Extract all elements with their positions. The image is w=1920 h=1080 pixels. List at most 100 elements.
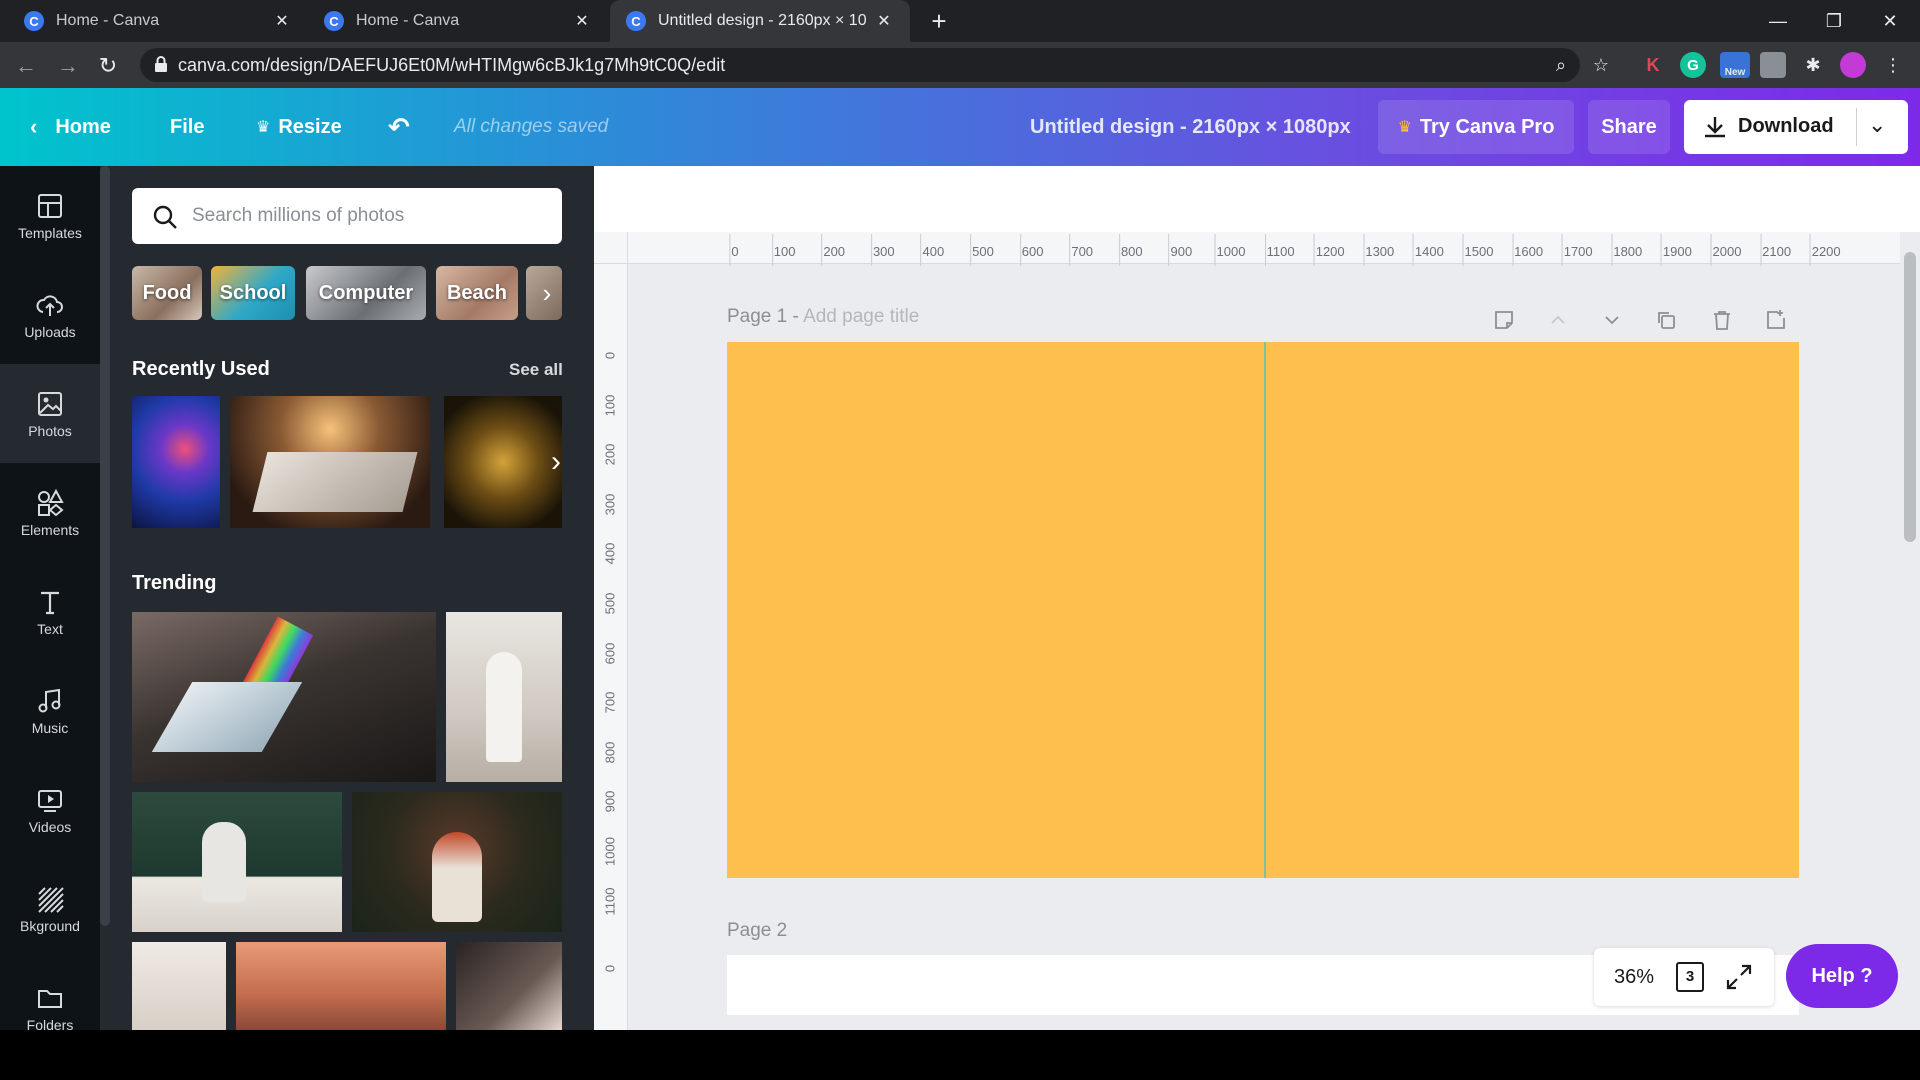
canvas-scrollbar[interactable] bbox=[1900, 232, 1920, 1030]
search-icon bbox=[153, 205, 177, 229]
vertical-ruler: 0 100 200 300 400 500 600 700 800 900 1000 1100 0 bbox=[594, 264, 628, 1030]
sidebar-item-photos[interactable]: Photos bbox=[0, 364, 100, 463]
puzzle-extensions-icon[interactable]: ✱ bbox=[1800, 52, 1826, 78]
photo-thumbnail[interactable] bbox=[446, 612, 562, 782]
share-button[interactable]: Share bbox=[1588, 100, 1670, 154]
ruler-tick-label: 1800 bbox=[1611, 234, 1643, 266]
photo-thumbnail[interactable] bbox=[456, 942, 562, 1030]
ruler-tick-label: 600 bbox=[1019, 234, 1044, 266]
add-page-icon[interactable] bbox=[1760, 304, 1792, 336]
chip-school[interactable]: School bbox=[211, 266, 295, 320]
k-extension-icon[interactable]: K bbox=[1640, 52, 1666, 78]
address-bar[interactable]: canva.com/design/DAEFUJ6Et0M/wHTIMgw6cBJ… bbox=[140, 48, 1580, 82]
photo-thumbnail[interactable] bbox=[230, 396, 430, 528]
resize-button[interactable]: ♛ Resize bbox=[256, 88, 342, 166]
move-page-down-icon[interactable] bbox=[1596, 304, 1628, 336]
photo-thumbnail[interactable] bbox=[132, 396, 220, 528]
sidebar-item-background[interactable]: Bkground bbox=[0, 859, 100, 958]
sidebar-item-text[interactable]: Text bbox=[0, 562, 100, 661]
restore-window-icon[interactable]: ❐ bbox=[1806, 0, 1862, 42]
reload-icon[interactable]: ↻ bbox=[90, 48, 126, 84]
ruler-tick-label: 1200 bbox=[1313, 234, 1345, 266]
bookmark-star-icon[interactable]: ☆ bbox=[1588, 52, 1614, 78]
zoom-controls: 36% 3 bbox=[1594, 948, 1774, 1006]
sidebar-item-label: Templates bbox=[18, 224, 82, 241]
download-button[interactable]: Download ⌄ bbox=[1684, 100, 1908, 154]
scrollbar-thumb[interactable] bbox=[1904, 252, 1916, 542]
crown-icon: ♛ bbox=[1397, 119, 1412, 136]
browser-tab[interactable]: C Home - Canva ✕ bbox=[308, 0, 608, 42]
extension-new-icon[interactable]: New bbox=[1720, 52, 1750, 78]
folder-icon bbox=[38, 989, 62, 1008]
browser-toolbar: ← → ↻ canva.com/design/DAEFUJ6Et0M/wHTIM… bbox=[0, 42, 1920, 88]
sidebar-item-label: Elements bbox=[20, 521, 80, 538]
close-tab-icon[interactable]: ✕ bbox=[272, 11, 292, 31]
back-arrow-icon[interactable]: ← bbox=[8, 48, 44, 84]
add-page-title-input[interactable]: Add page title bbox=[803, 306, 919, 327]
see-all-link[interactable]: See all bbox=[509, 360, 563, 380]
sidebar-item-label: Photos bbox=[28, 422, 72, 439]
close-tab-icon[interactable]: ✕ bbox=[874, 11, 894, 31]
close-tab-icon[interactable]: ✕ bbox=[572, 11, 592, 31]
grammarly-icon[interactable]: G bbox=[1680, 52, 1706, 78]
photo-thumbnail[interactable] bbox=[132, 612, 436, 782]
sidebar-item-templates[interactable]: Templates bbox=[0, 166, 100, 265]
photo-thumbnail[interactable] bbox=[132, 792, 342, 932]
zoom-icon[interactable]: ⌕ bbox=[1548, 52, 1574, 78]
page-grid-button[interactable]: 3 bbox=[1676, 962, 1704, 992]
document-title[interactable]: Untitled design - 2160px × 1080px bbox=[1030, 88, 1351, 166]
ruler-tick-label: 100 bbox=[602, 394, 618, 416]
photo-thumbnail[interactable] bbox=[236, 942, 446, 1030]
ruler-tick-label: 1100 bbox=[602, 887, 618, 916]
browser-tab-active[interactable]: C Untitled design - 2160px × 1080px ✕ bbox=[610, 0, 910, 42]
forward-arrow-icon[interactable]: → bbox=[50, 48, 86, 84]
chip-food[interactable]: Food bbox=[132, 266, 202, 320]
sidebar-item-elements[interactable]: Elements bbox=[0, 463, 100, 562]
canvas-horizontal-scrollbar[interactable] bbox=[594, 1014, 1900, 1030]
close-window-icon[interactable]: ✕ bbox=[1862, 0, 1918, 42]
fullscreen-expand-icon[interactable] bbox=[1724, 962, 1754, 992]
chip-beach[interactable]: Beach bbox=[436, 266, 518, 320]
try-canva-pro-button[interactable]: ♛ Try Canva Pro bbox=[1378, 100, 1574, 154]
note-icon bbox=[1495, 311, 1513, 329]
home-button[interactable]: ‹ Home bbox=[30, 88, 111, 166]
browser-menu-icon[interactable]: ⋮ bbox=[1880, 52, 1906, 78]
chevron-right-icon[interactable]: › bbox=[538, 440, 574, 484]
browser-tab[interactable]: C Home - Canva ✕ bbox=[8, 0, 308, 42]
sidebar-item-videos[interactable]: Videos bbox=[0, 760, 100, 859]
ruler-tick-label: 1500 bbox=[1462, 234, 1494, 266]
panel-scrollbar[interactable] bbox=[100, 166, 110, 926]
sidebar-item-label: Videos bbox=[28, 818, 72, 835]
sidebar-item-music[interactable]: Music bbox=[0, 661, 100, 760]
delete-page-icon[interactable] bbox=[1706, 304, 1738, 336]
sidebar-item-uploads[interactable]: Uploads bbox=[0, 265, 100, 364]
chevron-down-icon[interactable]: ⌄ bbox=[1868, 112, 1886, 138]
horizontal-ruler: 0 100 200 300 400 500 600 700 800 900 1000 1100 1200… bbox=[628, 232, 1900, 266]
undo-icon[interactable]: ↶ bbox=[388, 88, 410, 166]
download-label: Download bbox=[1738, 115, 1834, 137]
tab-title: Untitled design - 2160px × 1080px bbox=[658, 12, 866, 29]
ruler-tick-label: 700 bbox=[602, 691, 618, 714]
photo-thumbnail[interactable] bbox=[132, 942, 226, 1030]
ruler-tick-label: 300 bbox=[870, 234, 895, 266]
chevron-right-icon[interactable]: › bbox=[532, 266, 562, 320]
scrollbar-thumb[interactable] bbox=[100, 166, 110, 926]
file-menu-button[interactable]: File bbox=[170, 88, 204, 166]
ruler-tick-label: 0 bbox=[602, 964, 618, 973]
extension-icon[interactable] bbox=[1760, 52, 1786, 78]
chip-computer[interactable]: Computer bbox=[306, 266, 426, 320]
zoom-level[interactable]: 36% bbox=[1614, 966, 1654, 989]
minimize-window-icon[interactable]: — bbox=[1750, 0, 1806, 42]
duplicate-page-icon[interactable] bbox=[1650, 304, 1682, 336]
design-page-1[interactable] bbox=[727, 342, 1799, 878]
add-page-icon-glyph bbox=[1767, 310, 1785, 329]
page-2-label: Page 2 bbox=[727, 920, 788, 941]
notes-icon[interactable] bbox=[1488, 304, 1520, 336]
profile-avatar[interactable] bbox=[1840, 52, 1866, 78]
photo-search-input[interactable]: Search millions of photos bbox=[132, 188, 562, 244]
photo-thumbnail[interactable] bbox=[352, 792, 562, 932]
new-tab-button[interactable]: + bbox=[922, 4, 956, 38]
move-page-up-icon[interactable] bbox=[1542, 304, 1574, 336]
ruler-tick-label: 1700 bbox=[1561, 234, 1593, 266]
help-button[interactable]: Help ? bbox=[1786, 944, 1898, 1008]
